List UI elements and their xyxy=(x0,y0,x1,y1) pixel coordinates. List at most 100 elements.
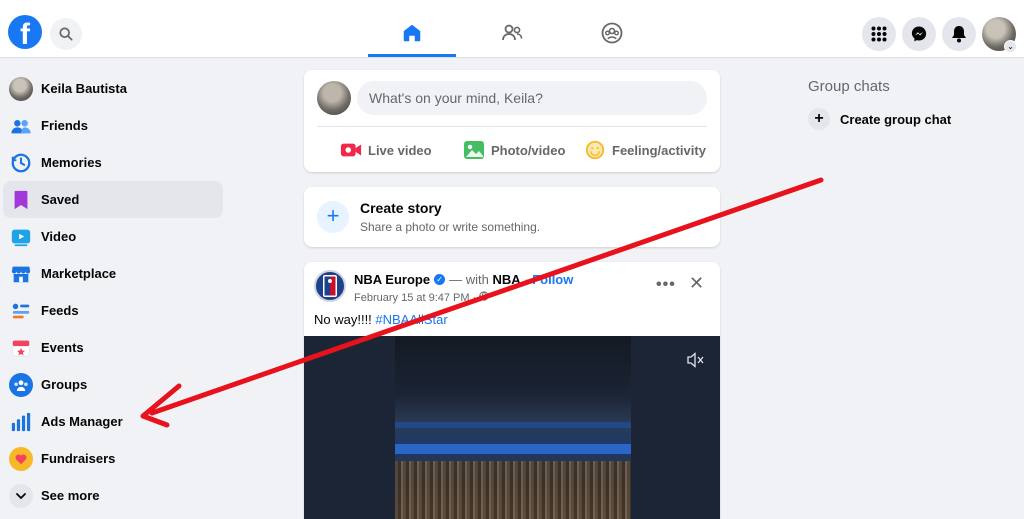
video-icon xyxy=(9,225,33,249)
tab-groups[interactable] xyxy=(568,10,656,56)
tagged-name[interactable]: NBA xyxy=(492,272,520,287)
notifications-button[interactable] xyxy=(942,17,976,51)
sidebar-item-label: Keila Bautista xyxy=(41,81,127,96)
sidebar-item-ads-manager[interactable]: Ads Manager xyxy=(3,403,223,440)
tab-home[interactable] xyxy=(368,10,456,57)
live-video-label: Live video xyxy=(368,142,432,158)
tab-friends[interactable] xyxy=(468,10,556,56)
nba-logo-icon xyxy=(323,275,337,297)
sidebar-item-label: Video xyxy=(41,229,77,244)
feeling-activity-label: Feeling/activity xyxy=(612,142,706,158)
verified-badge-icon: ✓ xyxy=(434,274,446,285)
post-video[interactable] xyxy=(304,336,720,519)
arena-led-board xyxy=(395,444,631,454)
sidebar-item-label: Fundraisers xyxy=(41,451,116,466)
plus-icon: + xyxy=(808,108,830,130)
menu-button[interactable] xyxy=(862,17,896,51)
events-calendar-icon xyxy=(9,336,33,360)
feeds-icon xyxy=(9,299,33,323)
create-story-title: Create story xyxy=(360,200,442,216)
friends-icon xyxy=(502,24,523,41)
sidebar-item-feeds[interactable]: Feeds xyxy=(3,292,223,329)
left-sidebar: Keila Bautista Friends Memories Saved Vi… xyxy=(0,70,228,514)
create-group-chat-button[interactable]: + Create group chat xyxy=(808,108,951,130)
memories-clock-icon xyxy=(9,151,33,175)
avatar xyxy=(9,76,33,101)
feeling-smiley-icon xyxy=(584,139,606,161)
sidebar-item-label: Memories xyxy=(41,155,102,170)
top-navigation-bar: f ⌄ xyxy=(0,0,1024,58)
avatar[interactable] xyxy=(317,81,351,115)
grid-menu-icon xyxy=(871,26,887,42)
messenger-button[interactable] xyxy=(902,17,936,51)
home-icon xyxy=(403,24,421,42)
sidebar-item-marketplace[interactable]: Marketplace xyxy=(3,255,223,292)
fundraisers-heart-icon xyxy=(9,446,33,471)
sidebar-item-label: Ads Manager xyxy=(41,414,123,429)
sidebar-item-events[interactable]: Events xyxy=(3,329,223,366)
sidebar-item-memories[interactable]: Memories xyxy=(3,144,223,181)
chevron-down-icon xyxy=(9,483,33,508)
post-author-line: NBA Europe ✓ — with NBA · Follow xyxy=(354,272,573,287)
marketplace-shop-icon xyxy=(9,262,33,286)
post-author-name[interactable]: NBA Europe xyxy=(354,272,430,287)
post-meta: February 15 at 9:47 PM · xyxy=(354,291,490,304)
meta-separator: · xyxy=(472,292,477,304)
sidebar-item-profile[interactable]: Keila Bautista xyxy=(3,70,223,107)
create-story-card[interactable]: + Create story Share a photo or write so… xyxy=(304,187,720,247)
facebook-logo[interactable]: f xyxy=(8,15,42,49)
sidebar-item-see-more[interactable]: See more xyxy=(3,477,223,514)
divider xyxy=(317,126,707,127)
close-icon[interactable]: ✕ xyxy=(689,273,704,294)
feed-post: NBA Europe ✓ — with NBA · Follow Februar… xyxy=(304,262,720,519)
create-group-chat-label: Create group chat xyxy=(840,111,952,127)
globe-icon xyxy=(479,291,490,301)
post-composer: What's on your mind, Keila? Live video P… xyxy=(304,70,720,172)
separator: · xyxy=(524,272,529,287)
arena-ring xyxy=(395,422,631,428)
post-text-body: No way!!!! xyxy=(314,312,372,327)
sidebar-item-fundraisers[interactable]: Fundraisers xyxy=(3,440,223,477)
sidebar-item-friends[interactable]: Friends xyxy=(3,107,223,144)
saved-bookmark-icon xyxy=(9,188,33,212)
messenger-icon xyxy=(911,26,927,42)
ads-manager-chart-icon xyxy=(9,410,33,434)
sidebar-item-label: Saved xyxy=(41,192,80,207)
post-text: No way!!!! #NBAAllStar xyxy=(314,312,448,327)
sidebar-item-label: See more xyxy=(41,488,100,503)
account-caret-icon[interactable]: ⌄ xyxy=(1004,40,1017,53)
groups-icon xyxy=(601,22,623,44)
follow-button[interactable]: Follow xyxy=(532,272,573,287)
sidebar-item-label: Friends xyxy=(41,118,88,133)
feeling-activity-button[interactable]: Feeling/activity xyxy=(584,136,706,164)
with-text: — with xyxy=(449,272,489,287)
search-icon xyxy=(59,27,73,41)
photo-icon xyxy=(463,140,485,160)
create-story-subtitle: Share a photo or write something. xyxy=(360,220,541,234)
friends-icon xyxy=(9,114,33,138)
status-input[interactable]: What's on your mind, Keila? xyxy=(357,81,707,115)
search-button[interactable] xyxy=(50,18,82,50)
live-video-icon xyxy=(340,141,362,159)
sidebar-item-groups[interactable]: Groups xyxy=(3,366,223,403)
post-timestamp[interactable]: February 15 at 9:47 PM xyxy=(354,292,470,304)
sidebar-item-label: Feeds xyxy=(41,303,79,318)
sidebar-item-label: Marketplace xyxy=(41,266,117,281)
plus-icon: + xyxy=(317,201,349,233)
photo-video-label: Photo/video xyxy=(491,142,566,158)
live-video-button[interactable]: Live video xyxy=(340,136,432,164)
page-avatar[interactable] xyxy=(314,270,346,302)
post-hashtag[interactable]: #NBAAllStar xyxy=(375,312,447,327)
groups-icon xyxy=(9,372,33,397)
sidebar-item-label: Events xyxy=(41,340,84,355)
video-frame xyxy=(395,336,631,519)
bell-icon xyxy=(952,26,966,43)
more-options-icon[interactable]: ••• xyxy=(656,276,676,294)
sidebar-item-saved[interactable]: Saved xyxy=(3,181,223,218)
sidebar-item-video[interactable]: Video xyxy=(3,218,223,255)
group-chats-heading: Group chats xyxy=(808,78,890,95)
photo-video-button[interactable]: Photo/video xyxy=(463,136,565,164)
arena-crowd xyxy=(395,461,631,519)
sidebar-item-label: Groups xyxy=(41,377,88,392)
mute-icon[interactable] xyxy=(687,352,705,373)
